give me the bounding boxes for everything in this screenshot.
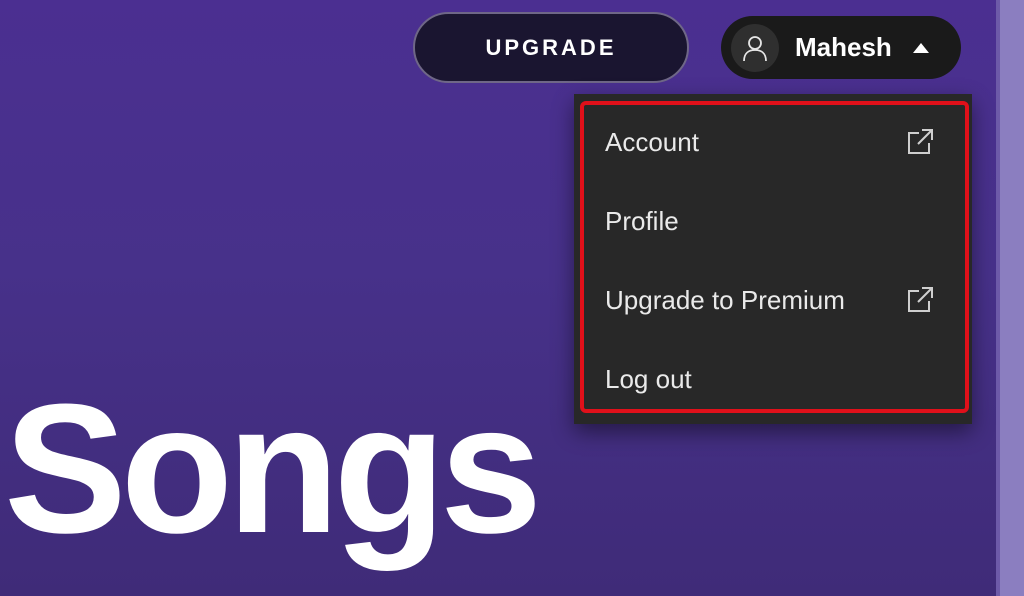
page-title: Songs — [4, 365, 542, 571]
scrollbar-track[interactable] — [996, 0, 1024, 596]
external-link-icon — [905, 285, 935, 315]
menu-item-label: Profile — [605, 205, 679, 236]
upgrade-button[interactable]: UPGRADE — [413, 12, 689, 83]
external-link-icon — [905, 127, 935, 157]
menu-item-label: Account — [605, 126, 699, 157]
user-menu-button[interactable]: Mahesh — [721, 16, 961, 79]
caret-up-icon — [912, 42, 930, 54]
user-name: Mahesh — [795, 32, 892, 62]
menu-item-upgrade-premium[interactable]: Upgrade to Premium — [605, 275, 945, 325]
menu-item-profile[interactable]: Profile — [605, 196, 945, 246]
user-icon — [731, 23, 779, 72]
menu-item-label: Upgrade to Premium — [605, 284, 845, 315]
menu-item-log-out[interactable]: Log out — [605, 354, 945, 404]
menu-item-account[interactable]: Account — [605, 117, 945, 167]
menu-item-label: Log out — [605, 363, 692, 394]
